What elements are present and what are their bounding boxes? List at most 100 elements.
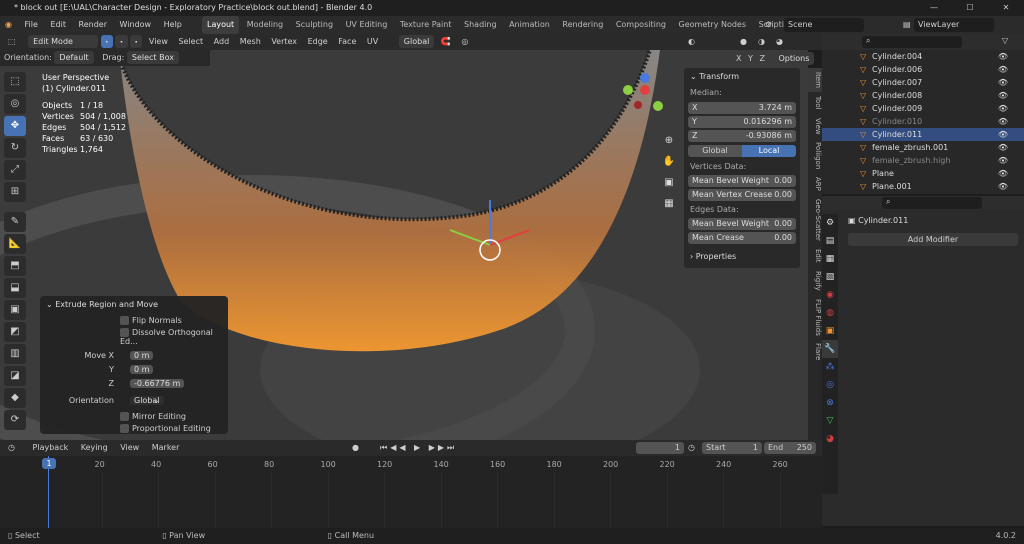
tab-uv-editing[interactable]: UV Editing [341, 16, 393, 34]
shading-material-icon[interactable]: ◑ [758, 34, 765, 50]
outliner-item-selected[interactable]: ▽ Cylinder.011 👁 [822, 128, 1024, 141]
mirror-y-button[interactable]: Y [748, 54, 753, 63]
extrude-icon[interactable]: ⬓ [4, 278, 26, 298]
mean-vertex-crease-field[interactable]: Mean Vertex Crease 0.00 [688, 189, 796, 201]
tab-flip-fluids[interactable]: FLIP Fluids [808, 295, 822, 340]
mean-crease-field[interactable]: Mean Crease 0.00 [688, 232, 796, 244]
local-toggle[interactable]: Local [742, 145, 796, 157]
transform-orientation-dropdown[interactable]: Global [398, 35, 435, 48]
scene-tab-icon[interactable]: ◉ [822, 286, 838, 304]
move-y-field[interactable]: 0 m [130, 365, 154, 374]
proportional-editing-option[interactable]: Proportional Editing [40, 421, 228, 433]
edge-select-icon[interactable]: ⬝ [115, 35, 128, 48]
knife-icon[interactable]: ◪ [4, 366, 26, 386]
menu-keying[interactable]: Keying [76, 443, 113, 452]
outliner-search-input[interactable]: ⌕ [862, 36, 962, 48]
outliner-item[interactable]: ▽ Plane.001 👁 [822, 180, 1024, 193]
end-frame-field[interactable]: End 250 [764, 442, 816, 454]
tab-edit[interactable]: Edit [808, 245, 822, 267]
outliner-item[interactable]: ▽ Cylinder.006 👁 [822, 63, 1024, 76]
camera-icon[interactable]: ▣ [660, 172, 678, 193]
select-box-icon[interactable]: ⬚ [4, 72, 26, 92]
view-layer-icon[interactable]: ▤ [898, 16, 916, 34]
menu-face[interactable]: Face [334, 37, 360, 46]
annotate-icon[interactable]: ✎ [4, 212, 26, 232]
particles-tab-icon[interactable]: ⁂ [822, 358, 838, 376]
tab-arp[interactable]: ARP [808, 173, 822, 195]
close-icon[interactable]: ✕ [988, 0, 1024, 16]
filter-icon[interactable]: ▽ [1002, 36, 1008, 45]
vertex-select-icon[interactable]: ⬝ [100, 35, 113, 48]
mirror-x-button[interactable]: X [736, 54, 741, 63]
properties-header[interactable]: › Properties [684, 246, 800, 267]
menu-select[interactable]: Select [174, 37, 207, 46]
modifier-tab-icon[interactable]: 🔧 [822, 340, 838, 358]
menu-vertex[interactable]: Vertex [267, 37, 301, 46]
start-frame-field[interactable]: Start 1 [702, 442, 762, 454]
current-frame-field[interactable]: 1 [636, 442, 684, 454]
median-y-field[interactable]: Y 0.016296 m [688, 116, 796, 128]
menu-edit[interactable]: Edit [45, 16, 71, 34]
mirror-z-button[interactable]: Z [759, 54, 764, 63]
mirror-editing-option[interactable]: Mirror Editing [40, 409, 228, 421]
move-z-field[interactable]: -0.66776 m [130, 379, 185, 388]
tab-poliigon[interactable]: Poliigon [808, 138, 822, 173]
tool-tab-icon[interactable]: ⚙ [822, 214, 838, 232]
minimize-icon[interactable]: — [916, 0, 952, 16]
tab-layout[interactable]: Layout [201, 16, 240, 34]
properties-search-input[interactable]: ⌕ [882, 197, 982, 209]
poly-build-icon[interactable]: ◆ [4, 388, 26, 408]
clock-icon[interactable]: ◷ [688, 440, 695, 456]
outliner-item[interactable]: ▽ Cylinder.007 👁 [822, 76, 1024, 89]
move-x-field[interactable]: 0 m [130, 351, 154, 360]
constraints-tab-icon[interactable]: ⊗ [822, 394, 838, 412]
view-layer-tab-icon[interactable]: ▧ [822, 268, 838, 286]
mean-bevel-weight-field[interactable]: Mean Bevel Weight 0.00 [688, 175, 796, 187]
drag-dropdown[interactable]: Select Box [126, 51, 179, 64]
spin-icon[interactable]: ⟳ [4, 410, 26, 430]
orientation-dropdown[interactable]: Default [54, 51, 94, 64]
menu-view[interactable]: View [145, 37, 172, 46]
outliner-item[interactable]: ▽ female_zbrush.001 👁 [822, 141, 1024, 154]
outliner-item[interactable]: ▽ Cylinder.009 👁 [822, 102, 1024, 115]
outliner-item[interactable]: ▽ Cylinder.008 👁 [822, 89, 1024, 102]
add-cube-icon[interactable]: ⬒ [4, 256, 26, 276]
menu-render[interactable]: Render [74, 16, 112, 34]
shading-rendered-icon[interactable]: ◕ [776, 34, 783, 50]
menu-help[interactable]: Help [159, 16, 187, 34]
menu-marker[interactable]: Marker [147, 443, 185, 452]
snap-icon[interactable]: 🧲 [437, 37, 455, 46]
object-tab-icon[interactable]: ▣ [822, 322, 838, 340]
data-tab-icon[interactable]: ▽ [822, 412, 838, 430]
mode-selector[interactable]: Edit Mode [28, 35, 99, 48]
tab-geometry-nodes[interactable]: Geometry Nodes [674, 16, 751, 34]
menu-timeline-view[interactable]: View [115, 443, 144, 452]
transform-icon[interactable]: ⊞ [4, 182, 26, 202]
operator-orientation-dropdown[interactable]: Global ⌄ [130, 396, 164, 405]
outliner-item[interactable]: ▽ Plane 👁 [822, 167, 1024, 180]
tab-shading[interactable]: Shading [459, 16, 502, 34]
record-icon[interactable]: ● [352, 440, 359, 456]
playback-controls[interactable]: ⏮◀◀ ▶ ▶▶⏭ [380, 440, 457, 456]
timeline-area[interactable]: 20 40 60 80 100 120 140 160 180 200 220 240 260 1 [0, 456, 822, 528]
operator-title[interactable]: ⌄ Extrude Region and Move [40, 296, 228, 313]
world-tab-icon[interactable]: ◍ [822, 304, 838, 322]
tab-compositing[interactable]: Compositing [611, 16, 671, 34]
global-toggle[interactable]: Global [688, 145, 742, 157]
menu-file[interactable]: File [20, 16, 43, 34]
timeline-editor-icon[interactable]: ◷ [0, 443, 15, 452]
tab-view[interactable]: View [808, 114, 822, 139]
outliner-item[interactable]: ▽ Cylinder.010 👁 [822, 115, 1024, 128]
menu-window[interactable]: Window [115, 16, 157, 34]
options-button[interactable]: Options [773, 52, 815, 65]
tab-tool[interactable]: Tool [808, 92, 822, 114]
tab-texture-paint[interactable]: Texture Paint [395, 16, 457, 34]
scale-icon[interactable]: ⤢ [4, 160, 26, 180]
outliner-item[interactable]: ▽ female_zbrush.high 👁 [822, 154, 1024, 167]
shading-solid-icon[interactable]: ● [740, 34, 747, 50]
tab-geo-scatter[interactable]: Geo-Scatter [808, 195, 822, 245]
face-select-icon[interactable]: ⬝ [130, 35, 143, 48]
playhead-frame-label[interactable]: 1 [42, 458, 56, 469]
loop-cut-icon[interactable]: ▥ [4, 344, 26, 364]
tab-rigify[interactable]: Rigify [808, 267, 822, 295]
